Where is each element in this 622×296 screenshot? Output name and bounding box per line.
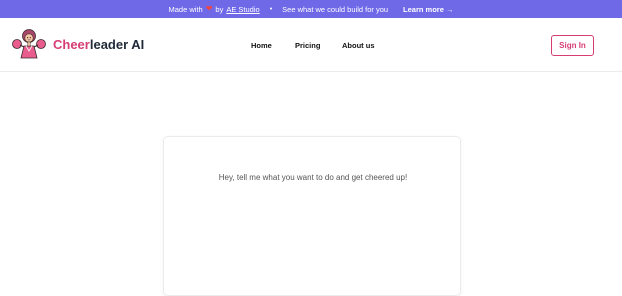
ae-studio-link[interactable]: AE Studio xyxy=(226,5,259,14)
sign-in-button[interactable]: Sign In xyxy=(551,35,594,56)
site-header: Cheerleader AI Home Pricing About us Sig… xyxy=(0,18,622,72)
promo-tagline: See what we could build for you xyxy=(282,4,389,14)
promo-by: by xyxy=(215,4,224,14)
chat-card: Hey, tell me what you want to do and get… xyxy=(163,136,461,296)
nav-about-us[interactable]: About us xyxy=(342,41,375,50)
cheer-prompt: Hey, tell me what you want to do and get… xyxy=(218,173,408,182)
brand-name[interactable]: Cheerleader AI xyxy=(53,37,144,52)
brand-accent: Cheer xyxy=(53,37,90,52)
promo-banner: Made with ❤ by AE Studio • See what we c… xyxy=(0,0,622,18)
nav-pricing[interactable]: Pricing xyxy=(295,41,320,50)
brand-rest: leader AI xyxy=(89,37,145,52)
promo-made-with: Made with xyxy=(168,4,203,14)
nav-home[interactable]: Home xyxy=(251,41,272,50)
promo-separator: • xyxy=(269,5,273,13)
learn-more-link[interactable]: Learn more → xyxy=(403,5,453,14)
heart-icon: ❤ xyxy=(205,4,213,13)
cheerleader-logo-icon[interactable] xyxy=(12,27,46,61)
